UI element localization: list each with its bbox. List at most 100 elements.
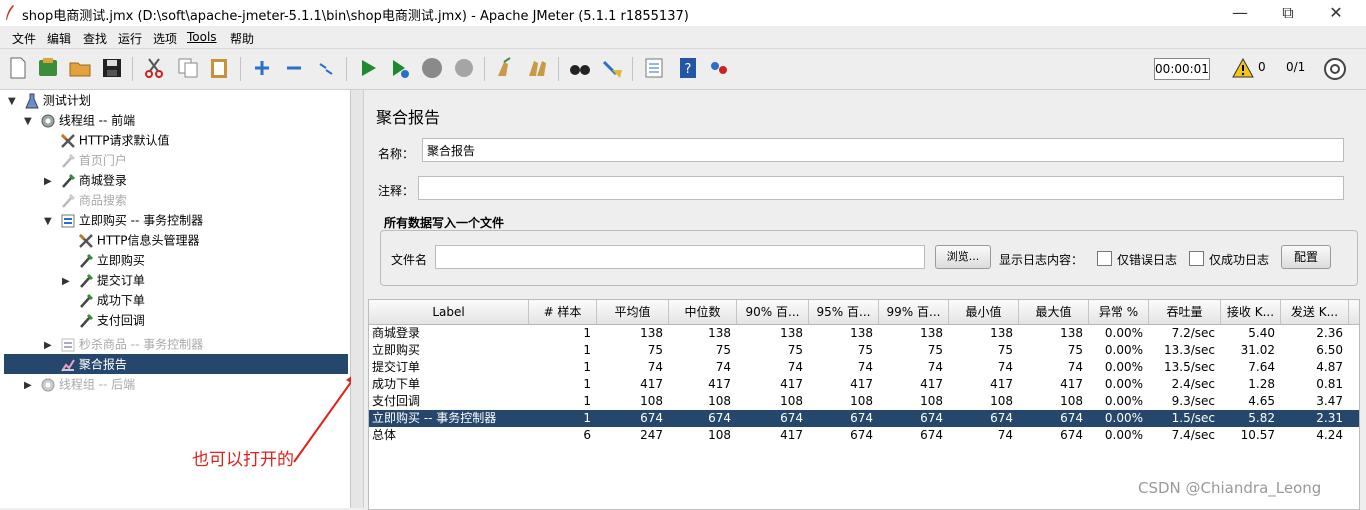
split-pane-divider[interactable] (351, 90, 364, 508)
menu-options[interactable]: 选项 (153, 30, 177, 47)
column-header[interactable]: 中位数 (669, 300, 737, 324)
tree-node-payment-callback[interactable]: 支付回调 (62, 310, 145, 330)
configure-button[interactable]: 配置 (1281, 245, 1331, 269)
start-no-pauses-icon[interactable] (388, 56, 412, 80)
row-value-cell: 674 (920, 428, 943, 442)
column-header[interactable]: 95% 百... (809, 300, 879, 324)
tree-node-thread-group-backend[interactable]: ▶ 线程组 -- 后端 (24, 374, 135, 394)
paste-icon[interactable] (207, 56, 231, 80)
start-icon[interactable] (356, 56, 380, 80)
row-value-cell: 5.82 (1248, 411, 1275, 425)
function-helper-icon[interactable] (642, 56, 666, 80)
row-value-cell: 5.40 (1248, 326, 1275, 340)
row-value-cell: 674 (780, 411, 803, 425)
tree-node-submit-order[interactable]: ▶ 提交订单 (62, 270, 145, 290)
column-header[interactable]: 接收 K... (1221, 300, 1281, 324)
errors-only-checkbox[interactable] (1097, 251, 1112, 266)
table-row[interactable]: 立即购买 1 75 75 75 75 75 75 75 0.00% 13.3/sec 31.02 6.5… (369, 342, 1359, 359)
menu-run[interactable]: 运行 (118, 30, 142, 47)
copy-icon[interactable] (176, 56, 200, 80)
tree-node-aggregate-report[interactable]: 聚合报告 (44, 354, 127, 374)
comment-input[interactable] (418, 176, 1344, 200)
tree-node-label: HTTP请求默认值 (78, 133, 170, 148)
table-row[interactable]: 提交订单 1 74 74 74 74 74 74 74 0.00% 13.5/sec 7.64 4.87 (369, 359, 1359, 376)
menu-file[interactable]: 文件 (12, 30, 36, 47)
maximize-button[interactable]: ⧉ (1266, 2, 1310, 24)
row-value-cell: 13.3/sec (1164, 343, 1215, 357)
tree-toggle[interactable]: ▶ (44, 172, 56, 192)
save-icon[interactable] (100, 56, 124, 80)
column-header[interactable]: # 样本 (529, 300, 597, 324)
tree-node-http-defaults[interactable]: HTTP请求默认值 (44, 130, 170, 150)
row-value-cell: 108 (780, 394, 803, 408)
remote-icon[interactable] (707, 56, 731, 80)
row-value-cell: 417 (850, 377, 873, 391)
tree-node-buy-now-transaction[interactable]: ▼ 立即购买 -- 事务控制器 (44, 210, 203, 230)
tree-toggle[interactable]: ▼ (44, 212, 56, 232)
test-plan-tree[interactable]: ▼ 测试计划 ▼ 线程组 -- 前端 HTTP请求默认值 首页门户 ▶ 商城登录… (0, 90, 360, 508)
tree-toggle[interactable]: ▼ (8, 92, 20, 112)
column-header[interactable]: 发送 K... (1281, 300, 1349, 324)
minimize-button[interactable]: — (1218, 2, 1262, 24)
expand-plus-icon[interactable] (250, 56, 274, 80)
row-label-cell: 支付回调 (372, 394, 421, 408)
success-only-checkbox[interactable] (1189, 251, 1204, 266)
tree-toggle[interactable]: ▼ (24, 112, 36, 132)
tree-node-http-header-manager[interactable]: HTTP信息头管理器 (62, 230, 200, 250)
tree-node-home-portal[interactable]: 首页门户 (44, 150, 127, 170)
table-row[interactable]: 支付回调 1 108 108 108 108 108 108 108 0.00% 9.3/sec 4.… (369, 393, 1359, 410)
tree-node-test-plan[interactable]: ▼ 测试计划 (8, 90, 91, 110)
table-row[interactable]: 成功下单 1 417 417 417 417 417 417 417 0.00% 2.4/sec 1.… (369, 376, 1359, 393)
column-header[interactable]: 平均值 (597, 300, 669, 324)
tree-toggle[interactable]: ▶ (44, 336, 56, 356)
close-button[interactable]: ✕ (1314, 2, 1358, 24)
search-binoculars-icon[interactable] (568, 56, 592, 80)
menu-tools[interactable]: Tools (187, 30, 217, 44)
row-value-cell: 7.64 (1248, 360, 1275, 374)
warning-icon[interactable] (1232, 58, 1254, 78)
tree-toggle[interactable]: ▶ (62, 272, 74, 292)
row-value-cell: 75 (857, 343, 873, 357)
tree-node-product-search[interactable]: 商品搜索 (44, 190, 127, 210)
column-header[interactable]: 99% 百... (879, 300, 949, 324)
clear-icon[interactable] (494, 56, 518, 80)
table-row[interactable]: 商城登录 1 138 138 138 138 138 138 138 0.00% 7.2/sec 5.… (369, 325, 1359, 342)
table-row[interactable]: 总体 6 247 108 417 674 674 74 674 0.00% 7.4/sec 10.57… (369, 427, 1359, 444)
tree-node-label: HTTP信息头管理器 (96, 233, 200, 248)
column-header[interactable]: Label (369, 300, 529, 324)
column-header[interactable]: 90% 百... (737, 300, 809, 324)
name-input[interactable]: 聚合报告 (422, 138, 1344, 162)
templates-icon[interactable] (36, 56, 60, 80)
open-folder-icon[interactable] (68, 56, 92, 80)
tree-node-order-success[interactable]: 成功下单 (62, 290, 145, 310)
shutdown-icon[interactable] (452, 56, 476, 80)
menu-help[interactable]: 帮助 (230, 30, 254, 47)
collapse-minus-icon[interactable] (282, 56, 306, 80)
tree-node-buy-now[interactable]: 立即购买 (62, 250, 145, 270)
config-tools-icon (78, 233, 93, 248)
column-header[interactable]: 吞吐量 (1149, 300, 1221, 324)
toggle-icon[interactable] (314, 56, 338, 80)
new-file-icon[interactable] (6, 56, 30, 80)
filename-input[interactable] (435, 245, 925, 269)
column-header[interactable]: 最大值 (1019, 300, 1089, 324)
row-value-cell: 75 (647, 343, 663, 357)
browse-button[interactable]: 浏览... (935, 245, 991, 269)
clear-all-icon[interactable] (526, 56, 550, 80)
menu-edit[interactable]: 编辑 (47, 30, 71, 47)
cut-icon[interactable] (142, 56, 166, 80)
column-header[interactable]: 最小值 (949, 300, 1019, 324)
help-icon[interactable]: ? (676, 56, 700, 80)
menu-search[interactable]: 查找 (83, 30, 107, 47)
tree-node-thread-group-frontend[interactable]: ▼ 线程组 -- 前端 (24, 110, 135, 130)
row-value-cell: 9.3/sec (1171, 394, 1215, 408)
tree-node-mall-login[interactable]: ▶ 商城登录 (44, 170, 127, 190)
tree-node-flash-sale-transaction[interactable]: ▶ 秒杀商品 -- 事务控制器 (44, 334, 203, 354)
remote-globe-icon[interactable] (1323, 57, 1347, 81)
row-value-cell: 1 (583, 326, 591, 340)
table-row[interactable]: 立即购买 -- 事务控制器 1 674 674 674 674 674 674 674 0.00%… (369, 410, 1359, 427)
stop-icon[interactable] (420, 56, 444, 80)
reset-search-broom-icon[interactable] (600, 56, 624, 80)
tree-toggle[interactable]: ▶ (24, 376, 36, 396)
column-header[interactable]: 异常 % (1089, 300, 1149, 324)
